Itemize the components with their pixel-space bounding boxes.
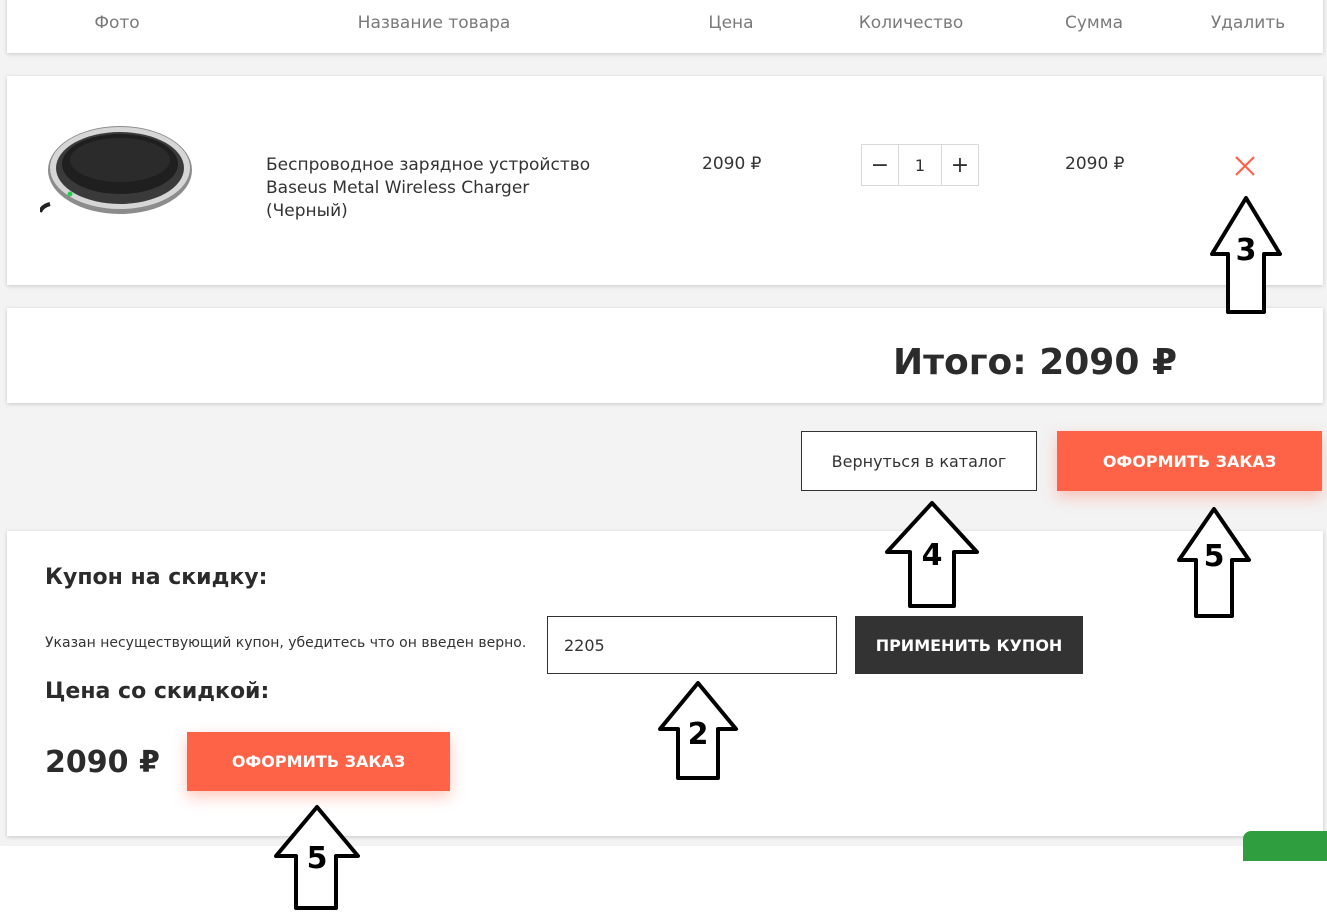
- header-photo: Фото: [94, 13, 140, 33]
- annotation-arrow-3: 3: [1210, 196, 1282, 314]
- annotation-arrow-2: 2: [658, 681, 738, 780]
- header-quantity: Количество: [858, 13, 964, 33]
- increment-button[interactable]: +: [942, 145, 978, 185]
- chat-widget-tab[interactable]: [1243, 831, 1327, 861]
- product-photo[interactable]: [40, 124, 192, 224]
- cart-row: Беспроводное зарядное устройство Baseus …: [7, 76, 1323, 285]
- annotation-arrow-5-bottom: 5: [274, 805, 360, 910]
- coupon-title: Купон на скидку:: [45, 565, 268, 590]
- coupon-error-message: Указан несуществующий купон, убедитесь ч…: [45, 635, 527, 651]
- annotation-label-4: 4: [922, 538, 943, 573]
- annotation-label-5-top: 5: [1204, 539, 1225, 574]
- decrement-button[interactable]: −: [862, 145, 898, 185]
- item-price: 2090 ₽: [702, 154, 762, 174]
- total-amount: Итого: 2090 ₽: [893, 342, 1177, 383]
- cart-total: Итого: 2090 ₽: [7, 308, 1323, 403]
- annotation-arrow-5-top: 5: [1177, 507, 1251, 618]
- header-sum: Сумма: [1065, 13, 1123, 33]
- back-to-catalog-button[interactable]: Вернуться в каталог: [801, 431, 1037, 491]
- header-remove: Удалить: [1210, 13, 1286, 33]
- annotation-label-3: 3: [1236, 233, 1257, 268]
- coupon-input[interactable]: [547, 616, 837, 674]
- header-price: Цена: [708, 13, 754, 33]
- header-name: Название товара: [357, 13, 511, 33]
- apply-coupon-button[interactable]: ПРИМЕНИТЬ КУПОН: [855, 616, 1083, 674]
- cart-table-header: Фото Название товара Цена Количество Сум…: [7, 0, 1323, 53]
- annotation-label-5-bottom: 5: [307, 841, 328, 876]
- quantity-value[interactable]: 1: [898, 145, 942, 185]
- annotation-arrow-4: 4: [885, 501, 979, 608]
- discount-title: Цена со скидкой:: [45, 679, 270, 704]
- place-order-button[interactable]: ОФОРМИТЬ ЗАКАЗ: [1057, 431, 1322, 491]
- annotation-label-2: 2: [688, 717, 709, 752]
- remove-icon[interactable]: [1233, 154, 1257, 178]
- discount-price: 2090 ₽: [45, 745, 160, 780]
- place-order-discount-button[interactable]: ОФОРМИТЬ ЗАКАЗ: [187, 732, 450, 791]
- quantity-stepper: − 1 +: [861, 144, 979, 186]
- item-sum: 2090 ₽: [1065, 154, 1125, 174]
- product-name[interactable]: Беспроводное зарядное устройство Baseus …: [266, 154, 606, 223]
